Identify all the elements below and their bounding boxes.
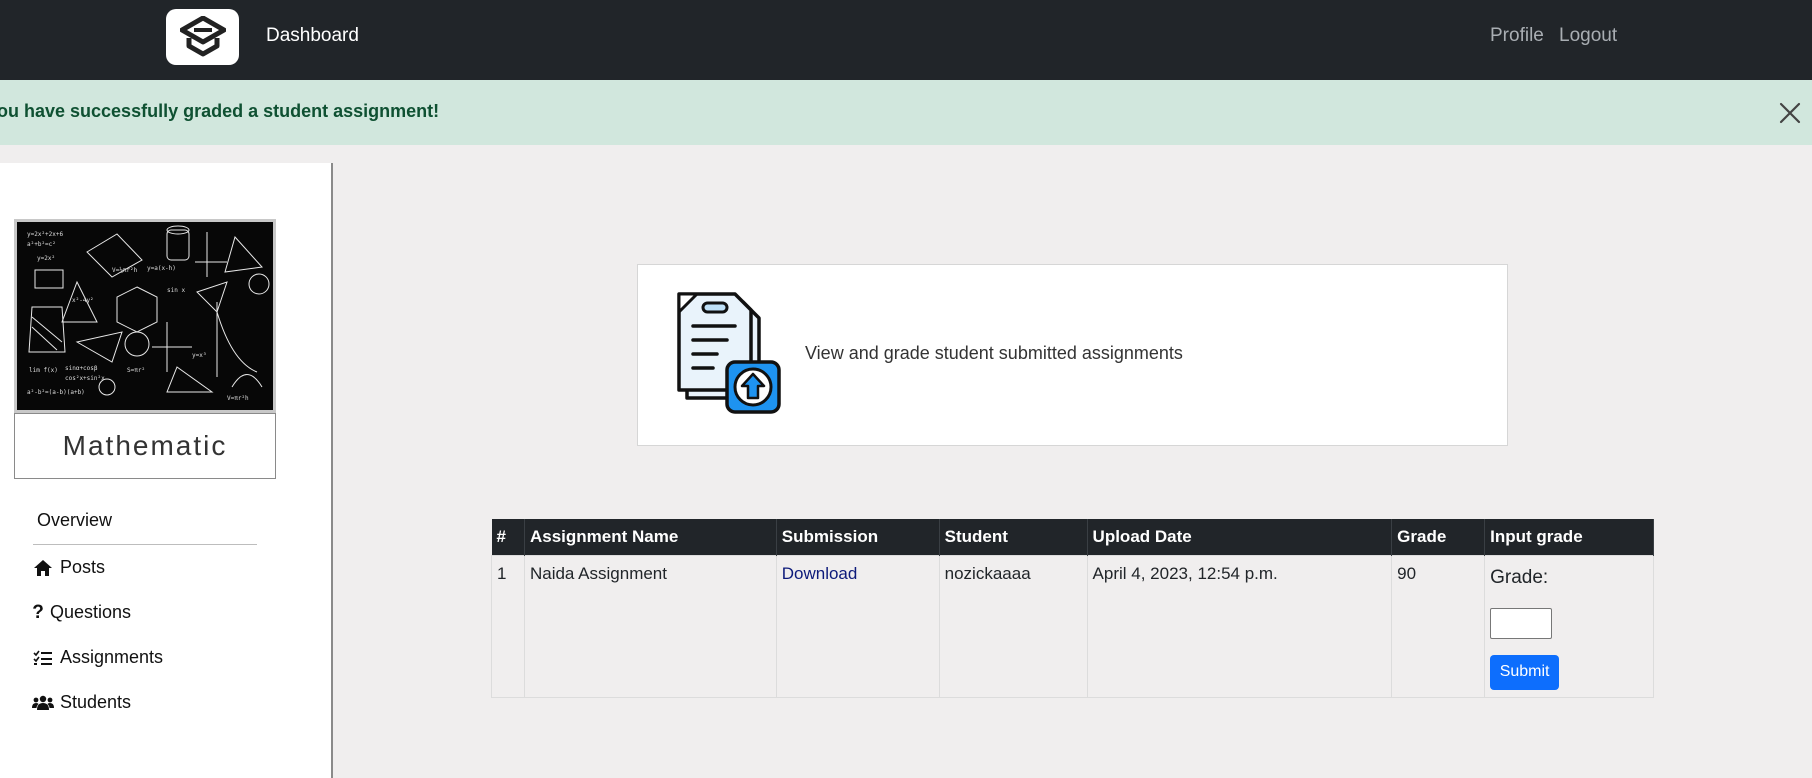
grade-value: 90 — [1391, 554, 1486, 698]
app-logo[interactable] — [166, 9, 239, 65]
input-grade-cell: Grade: Submit — [1484, 554, 1654, 698]
svg-text:V=πr²h: V=πr²h — [227, 395, 249, 402]
top-navbar: Dashboard Profile Logout — [0, 0, 1812, 80]
column-header: Input grade — [1484, 519, 1654, 555]
table-row: 1 Naida Assignment Download nozickaaaa A… — [491, 554, 1654, 698]
column-header: # — [491, 519, 525, 555]
svg-text:sinα+cosβ: sinα+cosβ — [65, 365, 98, 372]
svg-text:y=x³: y=x³ — [192, 352, 206, 359]
svg-text:a²-b²=(a-b)(a+b): a²-b²=(a-b)(a+b) — [27, 389, 85, 396]
alert-message: ou have successfully graded a student as… — [0, 101, 440, 121]
sidebar-divider — [33, 544, 257, 545]
download-link[interactable]: Download — [782, 564, 858, 583]
svg-text:y=a(x-h): y=a(x-h) — [147, 265, 176, 272]
grade-input[interactable] — [1490, 607, 1553, 639]
svg-text:y=2x²: y=2x² — [37, 255, 55, 262]
grade-input-label: Grade: — [1490, 566, 1549, 588]
nav-profile-link[interactable]: Profile — [1490, 25, 1544, 47]
question-icon: ? — [32, 601, 44, 623]
table-header-row: # Assignment Name Submission Student Upl… — [491, 519, 1654, 555]
sidebar-item-students[interactable]: Students — [32, 692, 131, 713]
row-number: 1 — [491, 554, 525, 698]
sidebar-item-overview[interactable]: Overview — [37, 510, 112, 531]
list-check-icon — [32, 648, 54, 668]
assignments-table: # Assignment Name Submission Student Upl… — [491, 519, 1654, 698]
document-upload-icon — [677, 292, 781, 414]
svg-text:cos²x+sin²x: cos²x+sin²x — [65, 375, 105, 382]
column-header: Student — [939, 519, 1088, 555]
course-image: y=2x²+2x+6 a²+b²=c² y=2x² V=⅓πr²h y=a(x-… — [14, 219, 276, 413]
nav-dashboard-link[interactable]: Dashboard — [266, 25, 359, 47]
student-name: nozickaaaa — [938, 554, 1088, 698]
submission-cell: Download — [775, 554, 940, 698]
upload-date: April 4, 2023, 12:54 p.m. — [1086, 554, 1393, 698]
svg-text:a²+b²=c²: a²+b²=c² — [27, 241, 56, 248]
home-icon — [32, 558, 54, 578]
sidebar-item-assignments[interactable]: Assignments — [32, 647, 163, 668]
sidebar-item-label: Assignments — [60, 647, 164, 667]
success-alert: ou have successfully graded a student as… — [0, 80, 1812, 145]
sidebar-item-posts[interactable]: Posts — [32, 557, 105, 578]
svg-text:y=2x²+2x+6: y=2x²+2x+6 — [27, 231, 64, 238]
info-card: View and grade student submitted assignm… — [637, 264, 1508, 446]
column-header: Assignment Name — [524, 519, 777, 555]
logo-icon — [179, 16, 226, 57]
course-title: Mathematic — [14, 413, 276, 479]
close-icon[interactable] — [1778, 101, 1802, 125]
svg-text:sin x: sin x — [167, 287, 185, 294]
column-header: Grade — [1391, 519, 1486, 555]
sidebar-item-label: Posts — [60, 557, 106, 577]
users-icon — [32, 693, 54, 713]
nav-logout-link[interactable]: Logout — [1559, 25, 1617, 47]
svg-text:S=πr²: S=πr² — [127, 367, 145, 374]
column-header: Submission — [776, 519, 940, 555]
column-header: Upload Date — [1087, 519, 1393, 555]
sidebar-item-label: Questions — [50, 602, 132, 622]
assignment-name: Naida Assignment — [523, 554, 777, 698]
svg-text:x²-4y²: x²-4y² — [72, 297, 94, 304]
sidebar-item-label: Overview — [37, 510, 113, 530]
sidebar-item-label: Students — [60, 692, 132, 712]
svg-text:V=⅓πr²h: V=⅓πr²h — [112, 267, 138, 274]
sidebar-item-questions[interactable]: ? Questions — [32, 602, 131, 623]
info-card-text: View and grade student submitted assignm… — [805, 343, 1183, 363]
sidebar: y=2x²+2x+6 a²+b²=c² y=2x² V=⅓πr²h y=a(x-… — [0, 163, 333, 778]
submit-grade-button[interactable]: Submit — [1490, 654, 1560, 690]
svg-text:lim f(x): lim f(x) — [29, 367, 58, 374]
